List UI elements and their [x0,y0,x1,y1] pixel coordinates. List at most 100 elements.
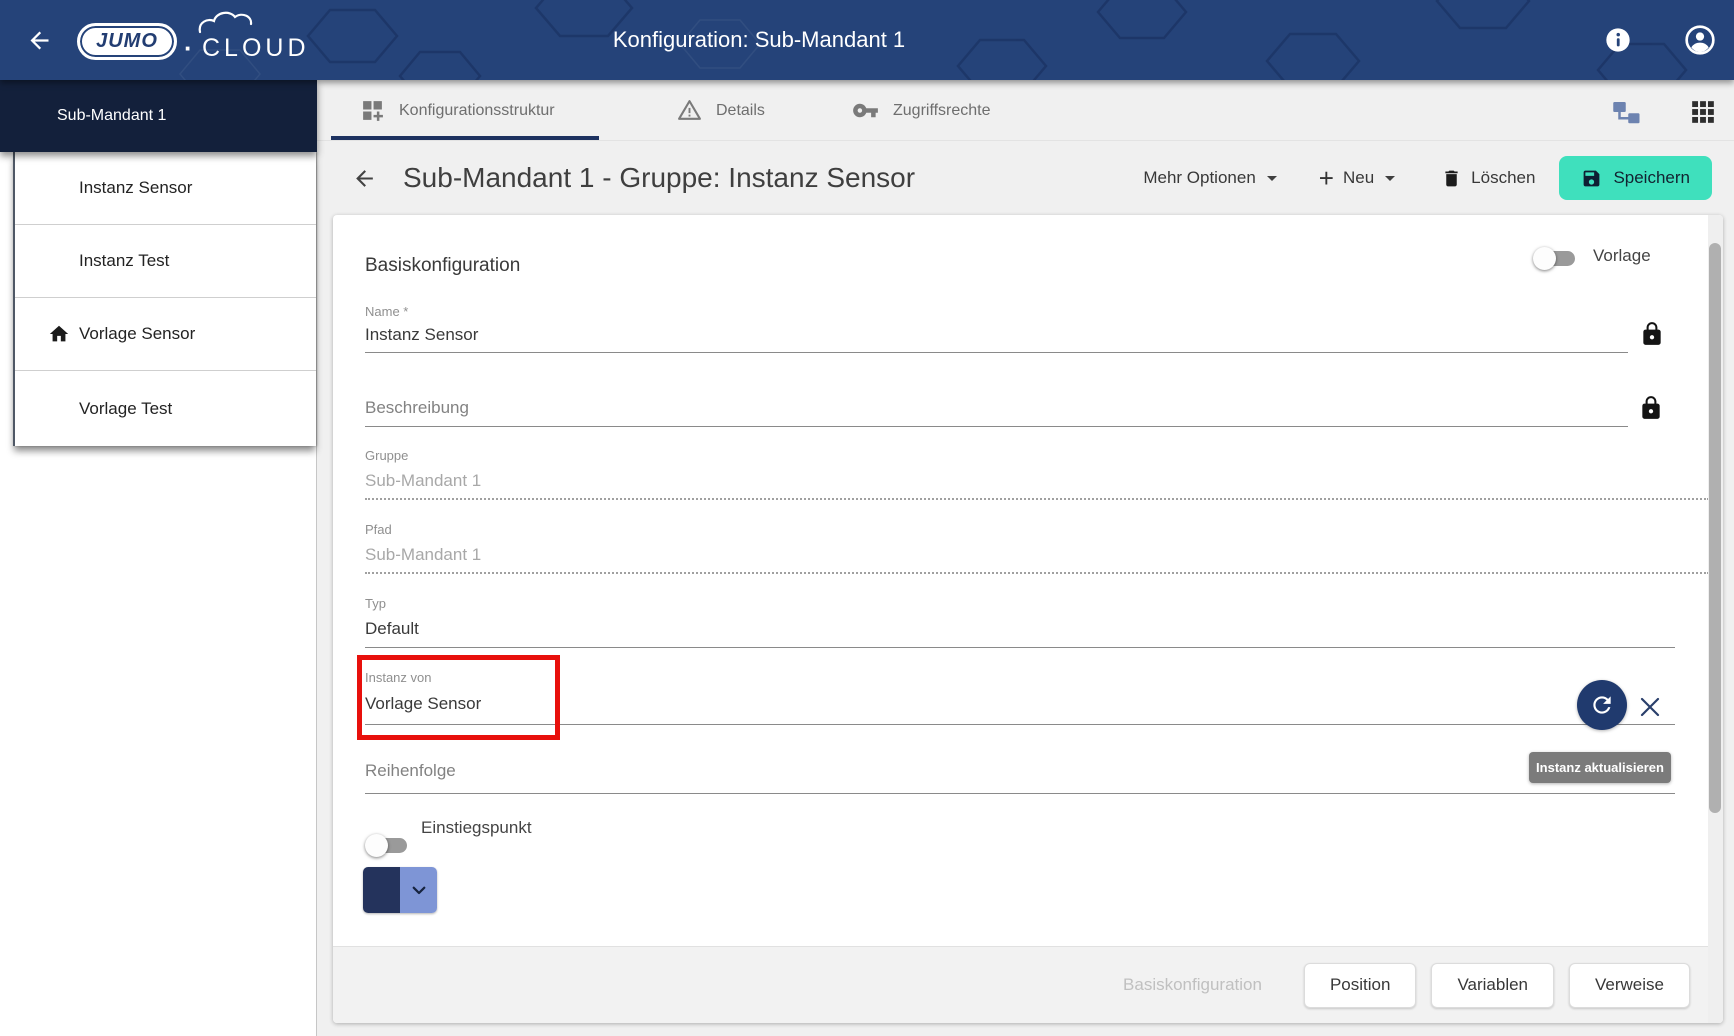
sidebar-item-instanz-sensor[interactable]: Instanz Sensor [15,152,316,225]
name-field-underline [365,352,1628,353]
sidebar-item-vorlage-test[interactable]: Vorlage Test [15,371,316,446]
warning-icon [677,98,702,123]
toggle-thumb [365,834,388,857]
sidebar-item-vorlage-sensor[interactable]: Vorlage Sensor [15,298,316,371]
beschreibung-field-underline [365,426,1628,427]
cloud-logo-text: CLOUD [202,34,310,63]
save-icon [1581,168,1602,189]
verweise-label: Verweise [1595,975,1664,995]
color-picker-dropdown[interactable] [400,867,437,913]
app-bar-title: Konfiguration: Sub-Mandant 1 [613,27,905,53]
jumo-logo-text: JUMO [96,30,158,53]
position-button[interactable]: Position [1304,963,1416,1008]
app-bar: JUMO · CLOUD Konfiguration: Sub-Mandant … [0,0,1734,80]
key-icon [852,97,879,124]
vorlage-toggle[interactable] [1535,251,1575,266]
jumo-logo: JUMO [77,23,177,60]
scrollbar-thumb[interactable] [1709,243,1721,813]
toolbar: Sub-Mandant 1 - Gruppe: Instanz Sensor M… [317,141,1734,215]
sidebar-item-label: Instanz Test [79,251,169,271]
sidebar-item-label: Instanz Sensor [79,178,192,198]
tab-konfigurationsstruktur[interactable]: Konfigurationsstruktur [360,80,555,141]
footer-section-label: Basiskonfiguration [1123,975,1262,995]
tab-zugriffsrechte[interactable]: Zugriffsrechte [852,80,991,141]
cloud-outline-icon [198,8,294,34]
color-picker[interactable] [363,867,437,913]
sidebar-item-label: Vorlage Test [79,399,172,419]
instanz-von-field-underline [365,724,1675,725]
reihenfolge-field-placeholder[interactable]: Reihenfolge [365,761,456,781]
typ-field-underline [365,647,1675,648]
more-options-label: Mehr Optionen [1143,168,1255,188]
screen: JUMO · CLOUD Konfiguration: Sub-Mandant … [0,0,1734,1036]
app-back-icon[interactable] [26,27,53,54]
sidebar-nav: Instanz Sensor Instanz Test Vorlage Sens… [13,152,316,446]
logo-separator: · [184,33,193,64]
info-icon[interactable] [1604,26,1632,54]
name-field-label: Name * [365,304,408,319]
refresh-tooltip-label: Instanz aktualisieren [1536,760,1664,775]
refresh-tooltip: Instanz aktualisieren [1529,752,1671,783]
save-button[interactable]: Speichern [1559,156,1712,200]
card-footer: Basiskonfiguration Position Variablen Ve… [333,946,1723,1023]
back-icon[interactable] [352,166,377,191]
new-button[interactable]: + Neu [1319,168,1395,188]
toggle-thumb [1533,247,1556,270]
refresh-instance-button[interactable] [1577,680,1627,730]
gruppe-field-label: Gruppe [365,448,408,463]
pfad-field-value: Sub-Mandant 1 [365,545,481,565]
refresh-icon [1589,692,1615,718]
gruppe-field-underline [365,498,1709,500]
sidebar-header: Sub-Mandant 1 [0,80,317,152]
chevron-down-icon [410,881,428,899]
color-swatch [363,867,400,913]
active-tab-underline [331,136,599,140]
delete-button[interactable]: Löschen [1441,168,1535,189]
typ-field-value[interactable]: Default [365,619,419,639]
tab-label: Konfigurationsstruktur [399,102,555,120]
einstiegspunkt-toggle[interactable] [367,838,407,853]
tab-label: Details [716,102,765,120]
verweise-button[interactable]: Verweise [1569,963,1690,1008]
config-form-card: Basiskonfiguration Vorlage Name * Instan… [333,215,1723,1023]
plus-icon: + [1319,168,1334,188]
save-label: Speichern [1613,168,1690,188]
vorlage-toggle-label: Vorlage [1593,246,1651,266]
content-area: Konfigurationsstruktur Details Zugriffsr… [317,80,1734,1036]
dashboard-customize-icon [360,98,385,123]
typ-field-label: Typ [365,596,386,611]
more-options-button[interactable]: Mehr Optionen [1143,168,1276,188]
sidebar-item-instanz-test[interactable]: Instanz Test [15,225,316,298]
lock-icon [1639,319,1665,349]
sidebar-item-label: Vorlage Sensor [79,324,195,344]
trash-icon [1441,168,1462,189]
einstiegspunkt-toggle-label: Einstiegspunkt [421,818,532,838]
scrollbar-track[interactable] [1708,215,1723,1023]
chevron-down-icon [1267,176,1277,181]
name-field-value[interactable]: Instanz Sensor [365,325,478,345]
beschreibung-field-placeholder[interactable]: Beschreibung [365,398,469,418]
delete-label: Löschen [1471,168,1535,188]
page-title: Sub-Mandant 1 - Gruppe: Instanz Sensor [403,162,915,194]
pfad-field-underline [365,572,1709,574]
sidebar-header-label: Sub-Mandant 1 [57,107,166,125]
variablen-label: Variablen [1457,975,1528,995]
pfad-field-label: Pfad [365,522,392,537]
clear-instance-icon[interactable] [1638,695,1662,719]
annotation-highlight-box [357,655,560,740]
tab-bar: Konfigurationsstruktur Details Zugriffsr… [317,80,1734,141]
tab-details[interactable]: Details [677,80,765,141]
position-label: Position [1330,975,1390,995]
tab-label: Zugriffsrechte [893,102,991,120]
lock-icon [1638,393,1664,423]
tree-view-icon[interactable] [1612,97,1642,127]
variablen-button[interactable]: Variablen [1431,963,1554,1008]
account-icon[interactable] [1684,24,1716,56]
gruppe-field-value: Sub-Mandant 1 [365,471,481,491]
section-title: Basiskonfiguration [365,255,520,277]
chevron-down-icon [1385,176,1395,181]
apps-grid-icon[interactable] [1690,99,1716,125]
reihenfolge-field-underline [365,793,1675,794]
new-label: Neu [1343,168,1374,188]
home-icon [48,323,70,345]
